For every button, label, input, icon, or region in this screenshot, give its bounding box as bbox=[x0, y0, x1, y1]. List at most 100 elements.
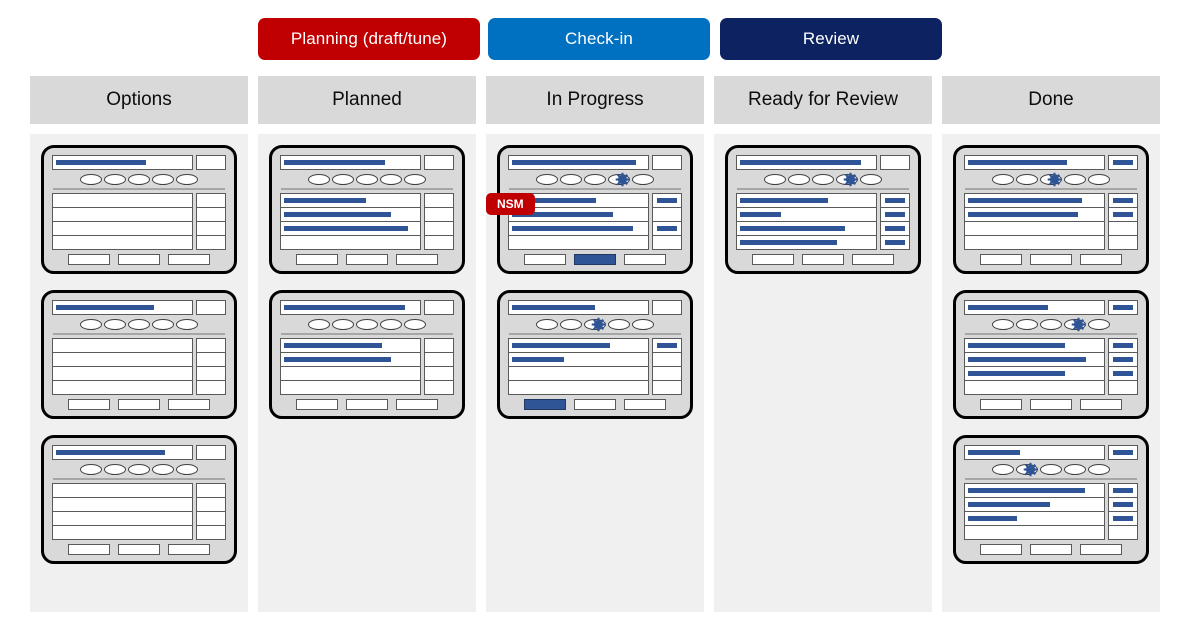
card-side-cell[interactable] bbox=[197, 236, 225, 249]
oval-tab-icon[interactable] bbox=[812, 173, 834, 185]
oval-tab-icon[interactable] bbox=[632, 318, 654, 330]
oval-tab-icon[interactable] bbox=[1016, 173, 1038, 185]
phase-pill-check-in[interactable]: Check-in bbox=[488, 18, 710, 60]
card-side-cell[interactable] bbox=[653, 367, 681, 381]
card-row[interactable] bbox=[281, 353, 420, 367]
work-item-card[interactable] bbox=[269, 290, 465, 419]
card-footer-button[interactable] bbox=[68, 399, 110, 410]
card-row[interactable] bbox=[737, 222, 876, 236]
card-row[interactable] bbox=[281, 222, 420, 236]
phase-pill-planning-draft-tune[interactable]: Planning (draft/tune) bbox=[258, 18, 480, 60]
card-row[interactable] bbox=[53, 498, 192, 512]
card-side-cell[interactable] bbox=[197, 194, 225, 208]
card-side-cell[interactable] bbox=[197, 512, 225, 526]
oval-tab-icon[interactable] bbox=[560, 318, 582, 330]
card-footer-button[interactable] bbox=[524, 399, 566, 410]
card-row[interactable] bbox=[281, 208, 420, 222]
oval-tab-icon[interactable] bbox=[1040, 463, 1062, 475]
card-row[interactable] bbox=[965, 236, 1104, 249]
card-footer-button[interactable] bbox=[574, 254, 616, 265]
card-footer-button[interactable] bbox=[296, 399, 338, 410]
card-side-cell[interactable] bbox=[653, 353, 681, 367]
card-side-cell[interactable] bbox=[197, 339, 225, 353]
oval-tab-icon[interactable] bbox=[80, 463, 102, 475]
card-footer-button[interactable] bbox=[168, 399, 210, 410]
card-row[interactable] bbox=[509, 339, 648, 353]
oval-tab-icon[interactable] bbox=[584, 318, 606, 330]
card-footer-button[interactable] bbox=[802, 254, 844, 265]
card-row[interactable] bbox=[965, 526, 1104, 539]
card-side-cell[interactable] bbox=[1109, 339, 1137, 353]
oval-tab-icon[interactable] bbox=[1016, 463, 1038, 475]
oval-tab-icon[interactable] bbox=[104, 318, 126, 330]
oval-tab-icon[interactable] bbox=[128, 173, 150, 185]
card-row[interactable] bbox=[509, 367, 648, 381]
card-footer-button[interactable] bbox=[118, 544, 160, 555]
card-row[interactable] bbox=[53, 339, 192, 353]
card-footer-button[interactable] bbox=[168, 544, 210, 555]
work-item-card[interactable] bbox=[41, 145, 237, 274]
oval-tab-icon[interactable] bbox=[992, 318, 1014, 330]
card-side-cell[interactable] bbox=[425, 367, 453, 381]
oval-tab-icon[interactable] bbox=[788, 173, 810, 185]
card-side-cell[interactable] bbox=[1109, 353, 1137, 367]
card-footer-button[interactable] bbox=[68, 544, 110, 555]
card-side-cell[interactable] bbox=[653, 222, 681, 236]
card-row[interactable] bbox=[53, 194, 192, 208]
card-row[interactable] bbox=[509, 381, 648, 394]
oval-tab-icon[interactable] bbox=[1064, 173, 1086, 185]
card-footer-button[interactable] bbox=[118, 399, 160, 410]
oval-tab-icon[interactable] bbox=[332, 318, 354, 330]
card-footer-button[interactable] bbox=[396, 254, 438, 265]
card-row[interactable] bbox=[53, 208, 192, 222]
oval-tab-icon[interactable] bbox=[176, 173, 198, 185]
card-footer-button[interactable] bbox=[624, 254, 666, 265]
oval-tab-icon[interactable] bbox=[104, 463, 126, 475]
card-footer-button[interactable] bbox=[1080, 544, 1122, 555]
card-side-cell[interactable] bbox=[653, 208, 681, 222]
card-footer-button[interactable] bbox=[980, 399, 1022, 410]
card-row[interactable] bbox=[965, 208, 1104, 222]
oval-tab-icon[interactable] bbox=[536, 318, 558, 330]
card-side-cell[interactable] bbox=[653, 194, 681, 208]
oval-tab-icon[interactable] bbox=[80, 173, 102, 185]
card-row[interactable] bbox=[53, 512, 192, 526]
oval-tab-icon[interactable] bbox=[380, 173, 402, 185]
card-footer-button[interactable] bbox=[346, 254, 388, 265]
card-row[interactable] bbox=[281, 194, 420, 208]
card-row[interactable] bbox=[53, 367, 192, 381]
card-side-cell[interactable] bbox=[425, 339, 453, 353]
work-item-card[interactable] bbox=[953, 290, 1149, 419]
oval-tab-icon[interactable] bbox=[1088, 318, 1110, 330]
card-side-cell[interactable] bbox=[881, 236, 909, 249]
card-side-cell[interactable] bbox=[197, 381, 225, 394]
oval-tab-icon[interactable] bbox=[764, 173, 786, 185]
oval-tab-icon[interactable] bbox=[1016, 318, 1038, 330]
card-side-cell[interactable] bbox=[1109, 194, 1137, 208]
oval-tab-icon[interactable] bbox=[80, 318, 102, 330]
oval-tab-icon[interactable] bbox=[152, 318, 174, 330]
card-footer-button[interactable] bbox=[624, 399, 666, 410]
oval-tab-icon[interactable] bbox=[176, 463, 198, 475]
oval-tab-icon[interactable] bbox=[1064, 318, 1086, 330]
card-side-cell[interactable] bbox=[197, 208, 225, 222]
oval-tab-icon[interactable] bbox=[992, 463, 1014, 475]
card-footer-button[interactable] bbox=[980, 544, 1022, 555]
oval-tab-icon[interactable] bbox=[404, 173, 426, 185]
work-item-card[interactable] bbox=[497, 290, 693, 419]
oval-tab-icon[interactable] bbox=[308, 173, 330, 185]
card-row[interactable] bbox=[281, 339, 420, 353]
oval-tab-icon[interactable] bbox=[356, 173, 378, 185]
card-row[interactable] bbox=[53, 526, 192, 539]
card-side-cell[interactable] bbox=[425, 222, 453, 236]
card-side-cell[interactable] bbox=[425, 194, 453, 208]
card-footer-button[interactable] bbox=[852, 254, 894, 265]
oval-tab-icon[interactable] bbox=[308, 318, 330, 330]
oval-tab-icon[interactable] bbox=[992, 173, 1014, 185]
card-row[interactable] bbox=[53, 484, 192, 498]
oval-tab-icon[interactable] bbox=[560, 173, 582, 185]
card-side-cell[interactable] bbox=[197, 367, 225, 381]
card-footer-button[interactable] bbox=[1030, 254, 1072, 265]
card-side-cell[interactable] bbox=[197, 484, 225, 498]
oval-tab-icon[interactable] bbox=[536, 173, 558, 185]
